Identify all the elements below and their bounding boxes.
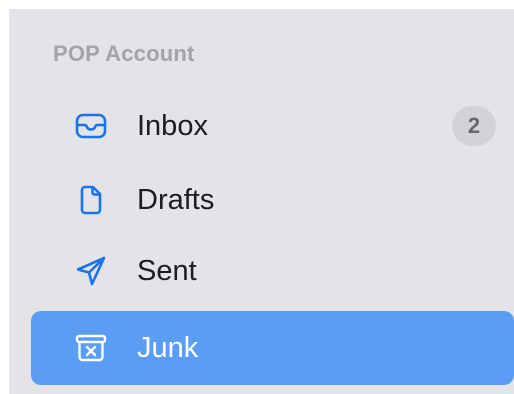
junk-box-icon [75,332,107,364]
sidebar-item-label: Drafts [137,183,215,216]
sidebar-item-sent[interactable]: Sent [31,234,514,308]
mail-sidebar: POP Account Inbox 2 Drafts Sent Junk [9,9,514,394]
sidebar-item-inbox[interactable]: Inbox 2 [31,89,514,163]
paper-plane-icon [75,255,107,287]
sidebar-item-junk[interactable]: Junk [31,311,514,385]
document-icon [75,184,107,216]
unread-count-badge: 2 [452,106,496,146]
sidebar-item-drafts[interactable]: Drafts [31,163,514,237]
section-header-pop-account[interactable]: POP Account [53,41,195,67]
sidebar-item-label: Junk [137,331,199,364]
sidebar-item-label: Inbox [137,109,208,142]
tray-icon [75,110,107,142]
sidebar-item-label: Sent [137,254,197,287]
